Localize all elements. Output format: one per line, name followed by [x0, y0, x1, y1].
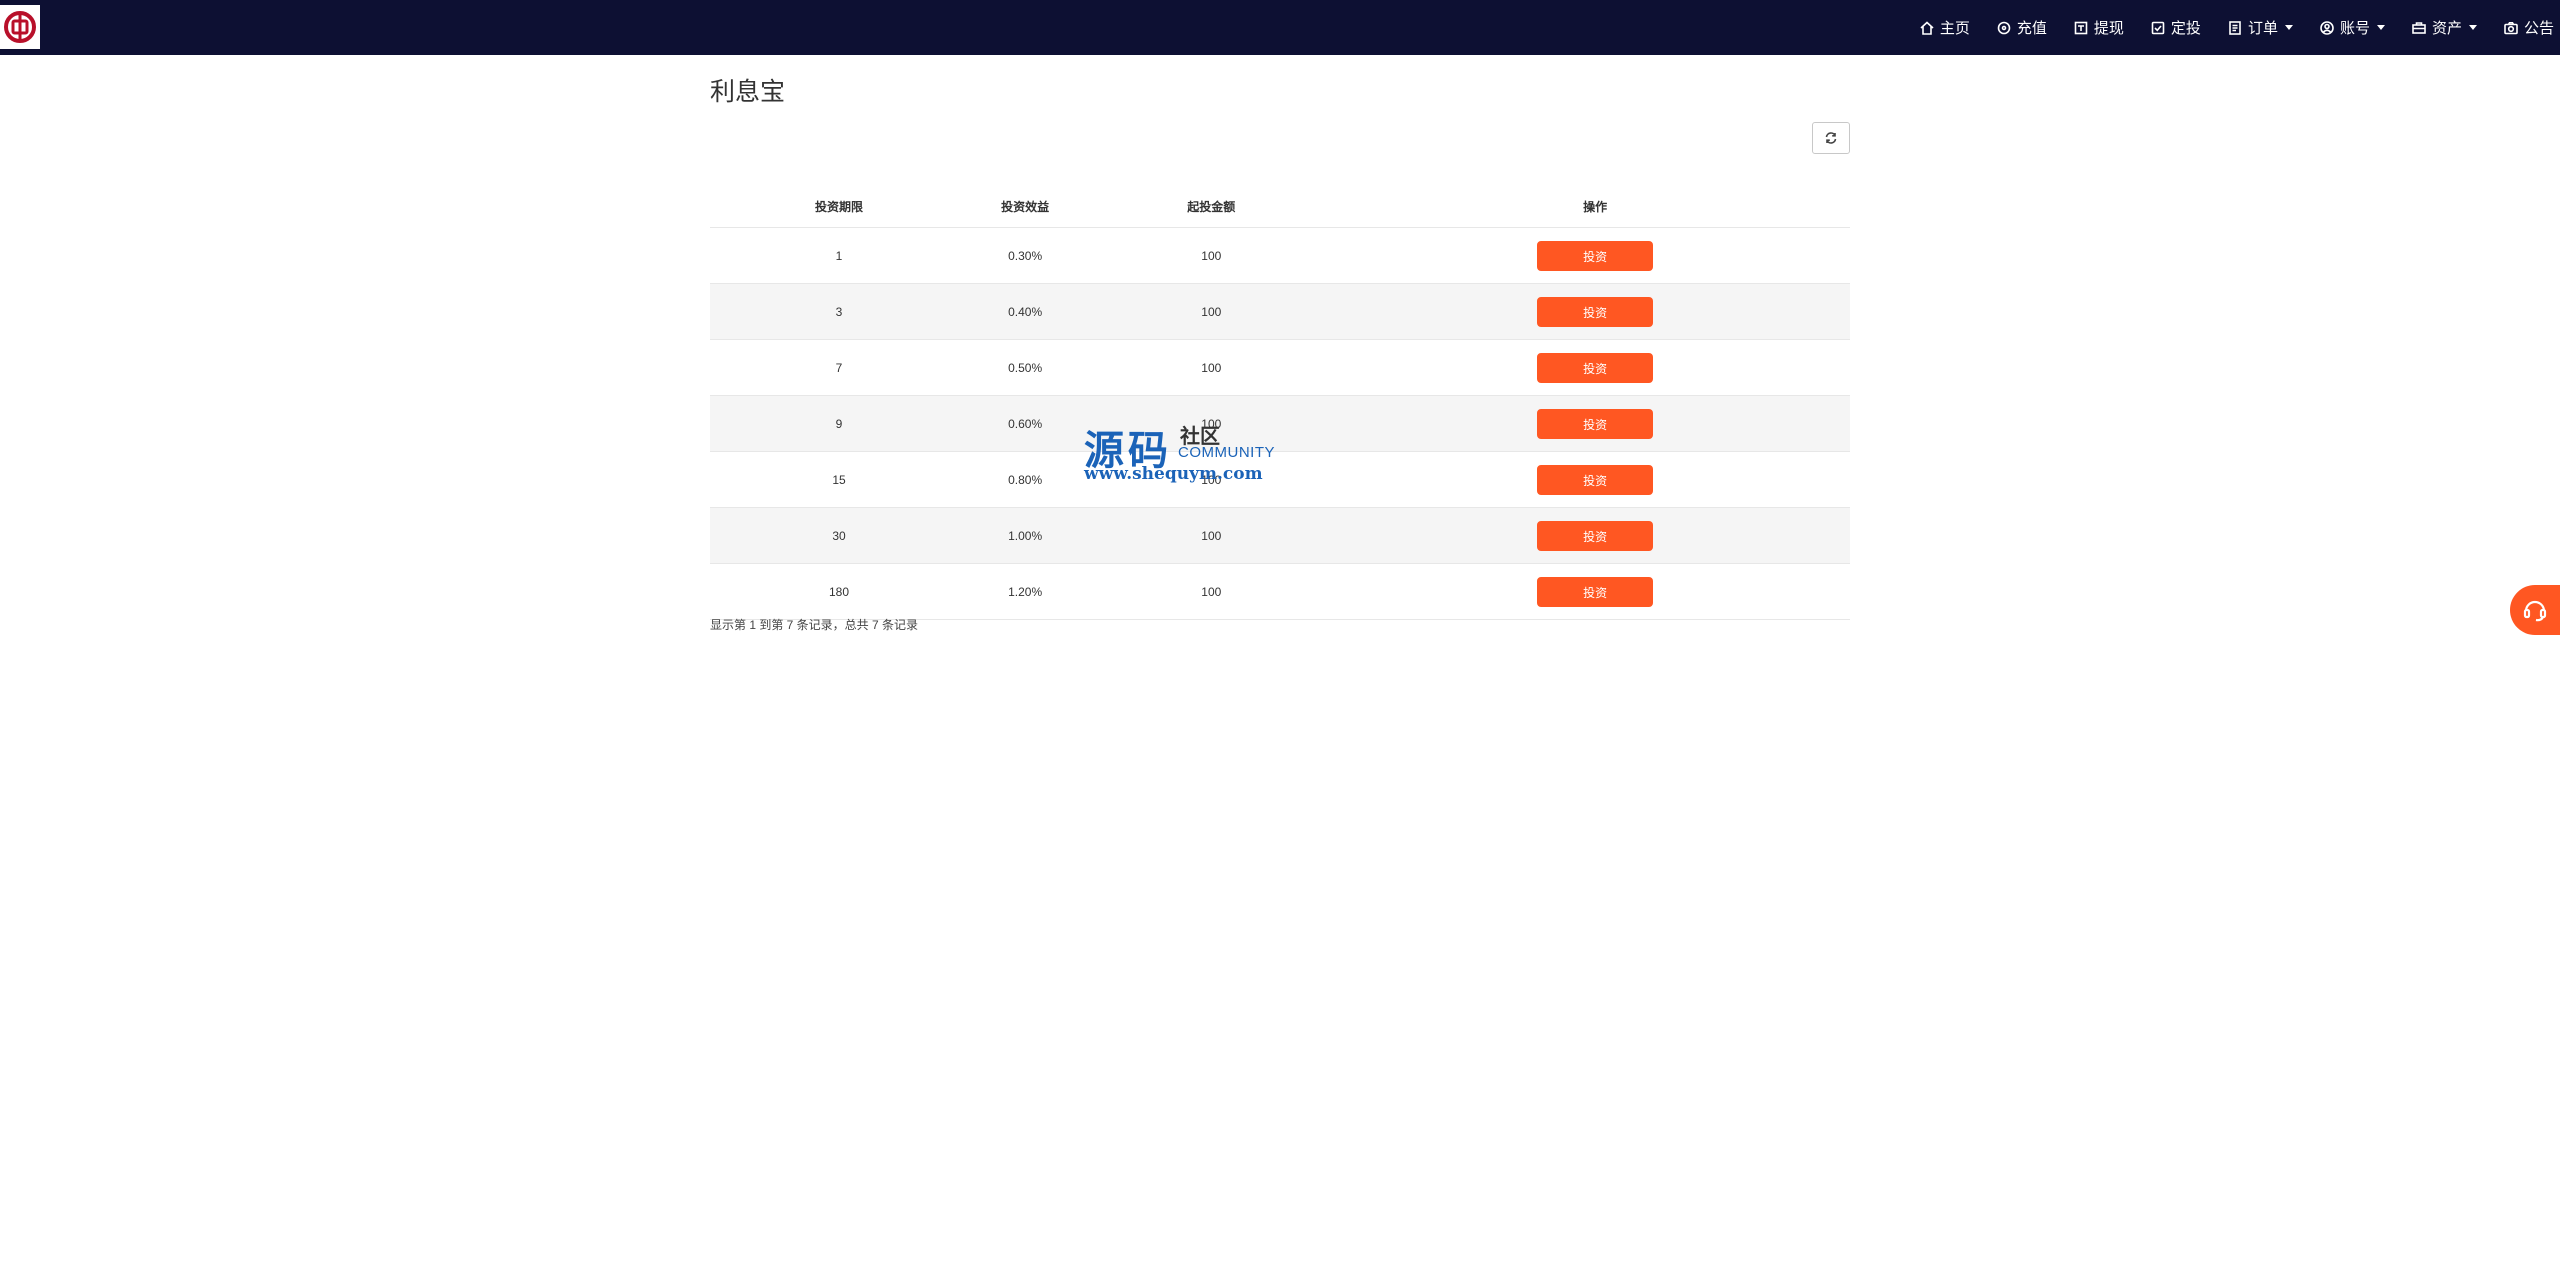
home-icon: [1920, 20, 1934, 35]
cell-action: 投资: [1340, 507, 1850, 564]
cell-action: 投资: [1340, 227, 1850, 284]
invest-button[interactable]: 投资: [1537, 520, 1654, 551]
refresh-button[interactable]: [1812, 122, 1850, 154]
cell-action: 投资: [1340, 283, 1850, 340]
nav-label: 订单: [2247, 20, 2278, 37]
table-row: 1 0.30% 100 投资: [710, 227, 1850, 284]
nav-item-assets[interactable]: 资产: [2398, 0, 2490, 55]
cell-min-amount: 100: [1082, 507, 1341, 564]
header-min-amount[interactable]: 起投金额: [1082, 185, 1340, 228]
cell-min-amount: 100: [1082, 395, 1341, 452]
nav-item-withdraw[interactable]: 提现: [2060, 0, 2137, 55]
cell-term: 30: [710, 507, 968, 564]
chevron-down-icon: [2284, 25, 2293, 30]
cell-action: 投资: [1340, 563, 1850, 620]
cell-action: 投资: [1340, 451, 1850, 508]
invest-button[interactable]: 投资: [1537, 240, 1654, 271]
cell-rate: 0.30%: [967, 227, 1083, 284]
logo[interactable]: [0, 5, 40, 49]
nav-item-notice[interactable]: 公告: [2490, 0, 2560, 55]
nav-label: 主页: [1939, 20, 1970, 37]
table-row: 180 1.20% 100 投资: [710, 563, 1850, 620]
invest-button[interactable]: 投资: [1537, 296, 1654, 327]
cell-min-amount: 100: [1082, 563, 1341, 620]
cell-rate: 1.00%: [967, 507, 1083, 564]
document-icon: [2229, 20, 2241, 35]
camera-icon: [2504, 21, 2518, 34]
nav-item-fixed-invest[interactable]: 定投: [2137, 0, 2214, 55]
cell-term: 3: [710, 283, 968, 340]
cell-term: 180: [710, 563, 968, 620]
user-circle-icon: [2320, 20, 2334, 35]
invest-button[interactable]: 投资: [1537, 464, 1654, 495]
invest-button[interactable]: 投资: [1537, 352, 1654, 383]
main-nav: 主页 充值 提现 定投 订单 账号 资产 公告: [1906, 0, 2560, 55]
refresh-icon: [1825, 132, 1837, 144]
nav-item-recharge[interactable]: 充值: [1983, 0, 2060, 55]
cell-rate: 0.60%: [967, 395, 1083, 452]
nav-item-orders[interactable]: 订单: [2214, 0, 2306, 55]
invest-button[interactable]: 投资: [1537, 576, 1654, 607]
customer-service-button[interactable]: [2510, 585, 2560, 635]
invest-button[interactable]: 投资: [1537, 408, 1654, 439]
nav-label: 账号: [2339, 20, 2370, 37]
pagination-info: 显示第 1 到第 7 条记录，总共 7 条记录: [710, 618, 919, 632]
header-rate[interactable]: 投资效益: [968, 185, 1082, 228]
top-navbar: 主页 充值 提现 定投 订单 账号 资产 公告: [0, 0, 2560, 55]
cell-term: 1: [710, 227, 968, 284]
chevron-down-icon: [2376, 25, 2385, 30]
check-square-icon: [2151, 21, 2165, 34]
nav-item-home[interactable]: 主页: [1906, 0, 1983, 55]
bank-logo-icon: [4, 11, 36, 43]
nav-label: 定投: [2170, 20, 2201, 37]
headset-icon: [2523, 600, 2547, 622]
briefcase-icon: [2412, 21, 2426, 34]
cell-min-amount: 100: [1082, 339, 1341, 396]
nav-label: 公告: [2523, 20, 2554, 37]
cell-min-amount: 100: [1082, 227, 1341, 284]
nav-label: 提现: [2093, 20, 2124, 37]
cell-rate: 1.20%: [967, 563, 1083, 620]
withdraw-icon: [2074, 21, 2088, 34]
nav-label: 充值: [2016, 20, 2047, 37]
chevron-down-icon: [2468, 25, 2477, 30]
plus-circle-icon: [1997, 21, 2011, 34]
cell-rate: 0.40%: [967, 283, 1083, 340]
cell-rate: 0.80%: [967, 451, 1083, 508]
table-row: 15 0.80% 100 投资: [710, 451, 1850, 508]
cell-term: 9: [710, 395, 968, 452]
cell-term: 15: [710, 451, 968, 508]
header-term[interactable]: 投资期限: [710, 185, 968, 228]
nav-label: 资产: [2431, 20, 2462, 37]
table-row: 9 0.60% 100 投资: [710, 395, 1850, 452]
interest-table: 投资期限 投资效益 起投金额 操作 1 0.30% 100 投资 3 0.40%…: [710, 185, 1850, 620]
table-row: 7 0.50% 100 投资: [710, 339, 1850, 396]
cell-rate: 0.50%: [967, 339, 1083, 396]
table-row: 3 0.40% 100 投资: [710, 283, 1850, 340]
cell-min-amount: 100: [1082, 451, 1341, 508]
page-title: 利息宝: [710, 78, 786, 106]
cell-term: 7: [710, 339, 968, 396]
cell-action: 投资: [1340, 339, 1850, 396]
cell-min-amount: 100: [1082, 283, 1341, 340]
table-header-row: 投资期限 投资效益 起投金额 操作: [710, 185, 1850, 228]
table-row: 30 1.00% 100 投资: [710, 507, 1850, 564]
header-action[interactable]: 操作: [1340, 185, 1850, 228]
cell-action: 投资: [1340, 395, 1850, 452]
nav-item-account[interactable]: 账号: [2306, 0, 2398, 55]
